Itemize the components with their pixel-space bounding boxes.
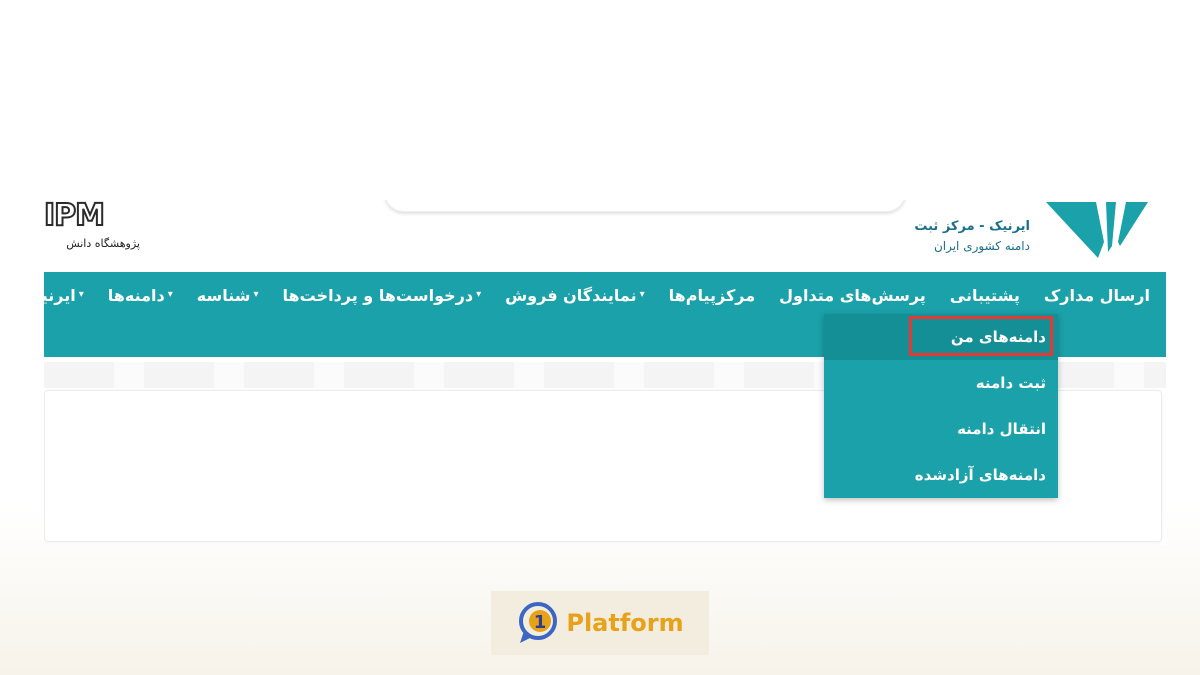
ipm-logo[interactable]: IPM پژوهشگاه دانش — [44, 200, 144, 254]
irnic-logo[interactable]: ایرنیک - مرکز ثبت دامنه کشوری ایران — [914, 202, 1156, 262]
dropdown-item-transfer-domain[interactable]: انتقال دامنه — [824, 406, 1058, 452]
chevron-down-icon: ▾ — [639, 289, 645, 300]
nav-item-label: دامنه‌ها — [107, 285, 165, 305]
chevron-down-icon: ▾ — [167, 289, 173, 300]
nav-menu: ایرنیک ▾ دامنه‌ها ▾ شناسه ▾ درخواست‌ها و… — [44, 283, 1150, 307]
nav-item-requests-payments[interactable]: درخواست‌ها و پرداخت‌ها ▾ — [283, 286, 482, 305]
irnic-logo-icon — [1046, 202, 1148, 258]
search-bar[interactable] — [384, 200, 906, 212]
nav-item-faq[interactable]: پرسش‌های متداول — [779, 286, 926, 305]
nav-item-resellers[interactable]: نمایندگان فروش ▾ — [505, 286, 645, 305]
nav-item-label: درخواست‌ها و پرداخت‌ها — [282, 285, 474, 305]
highlight-annotation — [909, 316, 1053, 356]
dropdown-item-label: دامنه‌های آزادشده — [914, 466, 1046, 484]
dropdown-item-label: انتقال دامنه — [957, 420, 1046, 438]
platform-logo-text: Platform — [566, 609, 684, 637]
nav-item-label: مرکزپیام‌ها — [668, 285, 756, 305]
nav-item-send-documents[interactable]: ارسال مدارک — [1044, 286, 1150, 305]
nav-item-irnic[interactable]: ایرنیک ▾ — [44, 286, 84, 305]
nav-item-label: پشتیبانی — [949, 285, 1020, 305]
nav-item-label: ارسال مدارک — [1043, 285, 1150, 305]
irnic-logo-title: ایرنیک - مرکز ثبت — [914, 219, 1030, 234]
nav-item-domains[interactable]: دامنه‌ها ▾ — [108, 286, 173, 305]
nav-item-identifier[interactable]: شناسه ▾ — [197, 286, 259, 305]
platform-logo-digit: 1 — [534, 612, 547, 633]
nav-item-message-center[interactable]: مرکزپیام‌ها — [669, 286, 756, 305]
nav-item-support[interactable]: پشتیبانی — [950, 286, 1020, 305]
nav-item-label: نمایندگان فروش — [505, 285, 637, 305]
ipm-logo-text: IPM — [44, 200, 106, 233]
screenshot-frame: IPM پژوهشگاه دانش ایرنیک - مرکز ثبت دامن… — [44, 200, 1166, 545]
irnic-logo-subtitle: دامنه کشوری ایران — [933, 239, 1030, 253]
dropdown-item-released-domains[interactable]: دامنه‌های آزادشده — [824, 452, 1058, 498]
nav-item-label: شناسه — [196, 285, 251, 305]
platform-watermark: 1 Platform — [491, 591, 709, 655]
nav-item-label: ایرنیک — [44, 285, 76, 305]
ipm-logo-subtitle: پژوهشگاه دانش — [66, 237, 140, 250]
chevron-down-icon: ▾ — [476, 289, 482, 300]
platform-logo-icon: 1 — [519, 602, 558, 643]
chevron-down-icon: ▾ — [253, 289, 259, 300]
nav-item-label: پرسش‌های متداول — [779, 285, 926, 305]
dropdown-item-register-domain[interactable]: ثبت دامنه — [824, 360, 1058, 406]
dropdown-item-label: ثبت دامنه — [975, 374, 1046, 392]
chevron-down-icon: ▾ — [78, 289, 84, 300]
